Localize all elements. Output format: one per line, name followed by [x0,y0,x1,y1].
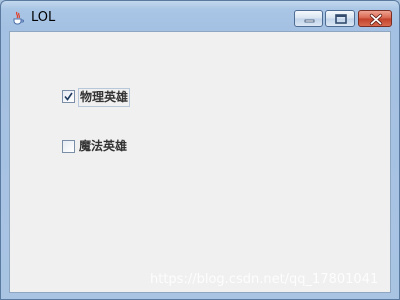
title-bar[interactable]: LOL [1,1,399,31]
checkmark-icon [64,92,73,101]
checkbox-box[interactable] [62,140,75,153]
content-pane: 物理英雄 魔法英雄 [9,31,391,293]
close-icon [369,13,383,26]
minimize-button[interactable] [294,10,323,27]
maximize-button[interactable] [325,10,355,27]
watermark-text: https://blog.csdn.net/qq_17801041 [150,272,379,287]
java-coffee-cup-icon[interactable] [11,10,25,25]
checkbox-box[interactable] [62,90,75,103]
window-title: LOL [31,10,56,25]
checkbox-label[interactable]: 物理英雄 [78,88,131,107]
close-button[interactable] [358,10,392,27]
maximize-icon [335,14,347,24]
application-window: LOL 物理英雄 魔法英雄 https://blog.csdn.net/qq_1… [0,0,400,300]
checkbox-label[interactable]: 魔法英雄 [78,138,128,155]
minimize-icon [304,19,315,23]
